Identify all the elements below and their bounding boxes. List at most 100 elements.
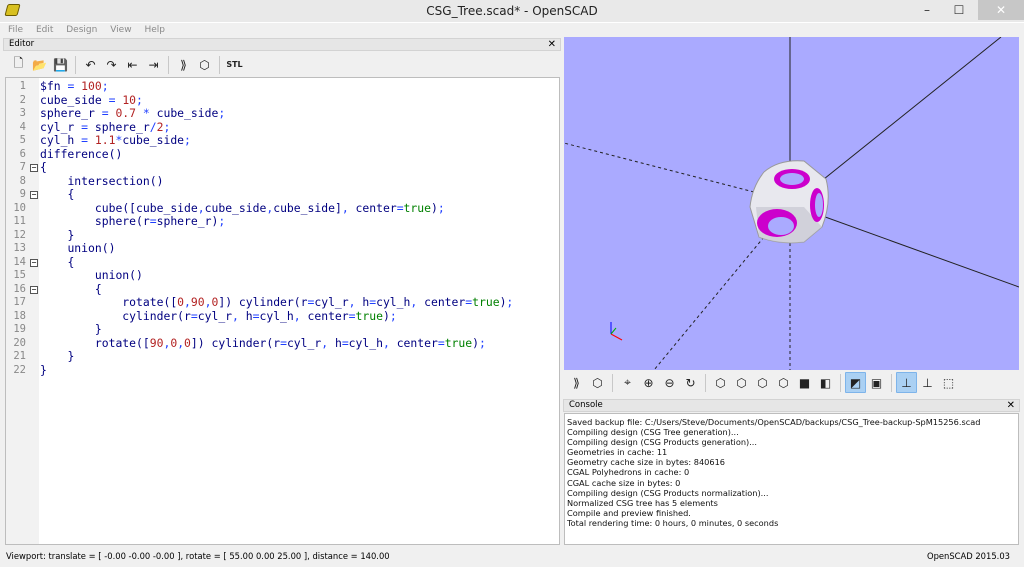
code-line: 5 cyl_h = 1.1*cube_side; [6,133,559,148]
save-button[interactable]: 💾 [50,54,71,75]
zoom-out-button[interactable]: ⊖ [659,372,680,393]
code-token: } [67,349,75,363]
code-token: = [81,119,89,134]
view-bottom-icon: ⬡ [757,375,768,390]
toolbar-separator [168,55,169,74]
menu-view[interactable]: View [110,23,131,37]
show-axes-button[interactable]: ⊥ [896,372,917,393]
maximize-button[interactable]: ☐ [944,0,974,20]
y-axis-negative [653,236,765,370]
view-right-button[interactable]: ⬡ [710,372,731,393]
code-token: cyl_r [314,295,349,309]
code-text: cylinder(r=cyl_r, h=cyl_h, center=true); [40,308,397,324]
code-text: cyl_r = sphere_r/2; [40,119,170,135]
minimize-button[interactable]: – [912,0,942,20]
view-all-icon: ⌖ [624,375,631,389]
menu-edit[interactable]: Edit [36,23,53,37]
preview-button[interactable]: ⟫ [566,372,587,393]
code-token: cyl_r [197,308,233,323]
code-token: { [40,160,47,174]
code-token: cyl_r [40,119,75,134]
line-number: 19 [13,323,26,335]
code-text: union() [40,241,115,256]
line-number: 4 [19,120,26,133]
code-token: cyl_h [376,295,411,309]
render-button[interactable]: ⬡ [587,372,608,393]
console-line: CGAL Polyhedrons in cache: 0 [567,467,690,478]
line-number: 6 [19,147,26,160]
code-token: ; [389,308,397,323]
code-token: ] [334,200,342,215]
indent-button[interactable]: ⇥ [143,54,164,75]
editor-close-button[interactable]: ✕ [548,39,556,50]
fold-marker-icon[interactable]: − [30,258,38,267]
show-scale-button[interactable]: ⊥ [917,372,938,393]
menu-help[interactable]: Help [144,23,165,37]
zoom-in-button[interactable]: ⊕ [638,372,659,393]
new-button[interactable]: 🗋 [8,54,29,75]
console-close-button[interactable]: ✕ [1007,400,1015,411]
show-edges-button[interactable]: ⬚ [938,372,959,393]
code-line: 16− { [6,282,559,297]
code-token: ; [101,79,109,93]
redo-button[interactable]: ↷ [101,54,122,75]
export-stl-button[interactable]: STL [224,54,245,75]
line-number: 12 [13,228,26,241]
unindent-button[interactable]: ⇤ [122,54,143,75]
unindent-icon: ⇤ [127,57,138,72]
perspective-button[interactable]: ◩ [845,372,866,393]
fold-marker-icon[interactable]: − [30,164,38,172]
orthogonal-button[interactable]: ▣ [866,372,887,393]
new-icon: 🗋 [13,56,24,70]
code-token: cube_side [122,133,185,147]
view-left-button[interactable]: ⬡ [773,372,794,393]
toolbar-separator [705,373,706,392]
close-button[interactable]: ✕ [978,0,1024,20]
view-top-button[interactable]: ⬡ [731,372,752,393]
line-number: 3 [19,107,26,119]
reset-view-icon: ↻ [685,375,696,390]
export-stl-icon: STL [226,60,243,69]
code-token: center [424,295,466,309]
code-token: ; [479,335,486,350]
code-token: cyl_h [259,308,294,323]
code-token: ( [293,295,301,309]
status-bar: Viewport: translate = [ -0.00 -0.00 -0.0… [0,547,1024,567]
code-token: ( [177,308,185,323]
code-text: cube_side = 10; [40,93,143,108]
editor-toolbar: 🗋 📂 💾 ↶ ↷ ⇤ ⇥ ⟫ ⬡ STL [8,54,245,75]
code-token: * [142,106,150,120]
view-front-button[interactable]: ■ [794,372,815,393]
view-bottom-button[interactable]: ⬡ [752,372,773,393]
code-text: sphere(r=sphere_r); [40,214,225,229]
code-line: 14− { [6,254,559,270]
open-button[interactable]: 📂 [29,54,50,75]
view-back-button[interactable]: ◧ [815,372,836,393]
code-token: , [232,308,239,323]
fold-marker-icon[interactable]: − [30,191,38,199]
code-token: cylinder [122,308,178,323]
code-text: union() [40,268,143,283]
x-axis-positive [791,204,1019,288]
3d-viewport[interactable] [564,37,1019,370]
render-button[interactable]: ⬡ [194,54,215,75]
menu-design[interactable]: Design [66,23,97,37]
code-token: = [81,133,89,147]
code-token: 1.1 [94,133,116,147]
reset-view-button[interactable]: ↻ [680,372,701,393]
menu-file[interactable]: File [8,23,23,37]
preview-button[interactable]: ⟫ [173,54,194,75]
fold-marker-icon[interactable]: − [30,285,38,294]
view-all-button[interactable]: ⌖ [617,372,638,393]
code-editor[interactable]: 1 $fn = 100; 2 cube_side = 10; 3 sphere_r = 0… [5,77,560,545]
code-token: cube_side [156,106,219,120]
undo-button[interactable]: ↶ [80,54,101,75]
code-token: { [67,254,75,269]
